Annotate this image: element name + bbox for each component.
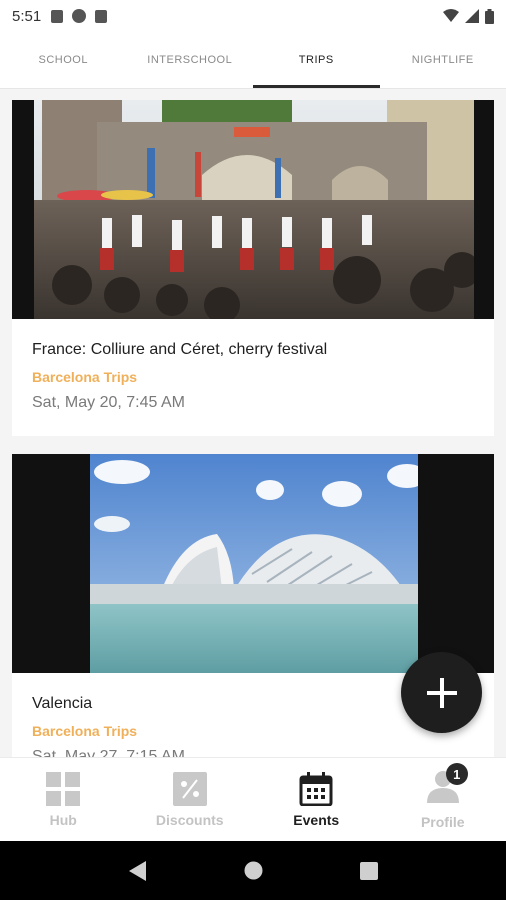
calendar-icon xyxy=(299,771,333,806)
event-card-body: France: Colliure and Céret, cherry festi… xyxy=(12,319,494,412)
recents-icon[interactable] xyxy=(359,861,378,880)
event-image xyxy=(12,454,494,673)
event-date: Sat, May 20, 7:45 AM xyxy=(32,394,185,411)
sd-card-icon xyxy=(95,9,108,23)
battery-icon xyxy=(485,8,494,24)
home-icon[interactable] xyxy=(244,861,263,880)
event-image xyxy=(12,100,494,319)
valencia-photo xyxy=(12,454,494,673)
discount-icon xyxy=(172,771,207,806)
festival-photo xyxy=(12,100,494,319)
tab-label: INTERSCHOOL xyxy=(147,54,233,66)
tab-label: SCHOOL xyxy=(38,54,88,66)
nav-item-hub[interactable]: Hub xyxy=(0,758,127,841)
add-event-button[interactable] xyxy=(401,652,482,733)
wifi-icon xyxy=(443,9,459,22)
nav-item-discounts[interactable]: Discounts xyxy=(127,758,254,841)
tab-school[interactable]: SCHOOL xyxy=(0,32,127,88)
nav-label: Hub xyxy=(49,811,77,828)
tab-nightlife[interactable]: NIGHTLIFE xyxy=(380,32,506,88)
nav-item-events[interactable]: Events xyxy=(253,758,380,841)
tab-interschool[interactable]: INTERSCHOOL xyxy=(127,32,254,88)
notification-a-icon xyxy=(51,9,64,23)
event-category[interactable]: Barcelona Trips xyxy=(32,369,474,385)
grid-icon xyxy=(46,771,81,806)
system-nav-bar xyxy=(0,841,506,900)
event-card[interactable]: France: Colliure and Céret, cherry festi… xyxy=(12,100,494,436)
profile-icon-wrap: 1 xyxy=(426,763,468,814)
nav-item-profile[interactable]: 1 Profile xyxy=(380,758,506,841)
event-date: Sat, May 27, 7:15 AM xyxy=(32,748,185,757)
event-category[interactable]: Barcelona Trips xyxy=(32,723,474,739)
status-bar: 5:51 xyxy=(0,0,506,32)
profile-badge: 1 xyxy=(445,763,468,785)
signal-icon xyxy=(465,9,479,23)
tab-trips[interactable]: TRIPS xyxy=(253,32,380,88)
nav-label: Discounts xyxy=(155,811,224,828)
tab-label: NIGHTLIFE xyxy=(411,54,474,66)
status-right xyxy=(443,8,494,24)
nav-label: Events xyxy=(293,811,340,828)
tab-label: TRIPS xyxy=(298,54,334,66)
back-icon[interactable] xyxy=(128,860,147,881)
category-tabs: SCHOOL INTERSCHOOL TRIPS NIGHTLIFE xyxy=(0,32,506,89)
status-time: 5:51 xyxy=(12,7,42,25)
plus-icon xyxy=(426,677,457,708)
bottom-nav: Hub Discounts Events 1 Profile xyxy=(0,757,506,841)
notification-circle-icon xyxy=(72,9,87,23)
nav-label: Profile xyxy=(420,814,465,830)
event-title: France: Colliure and Céret, cherry festi… xyxy=(32,341,328,358)
